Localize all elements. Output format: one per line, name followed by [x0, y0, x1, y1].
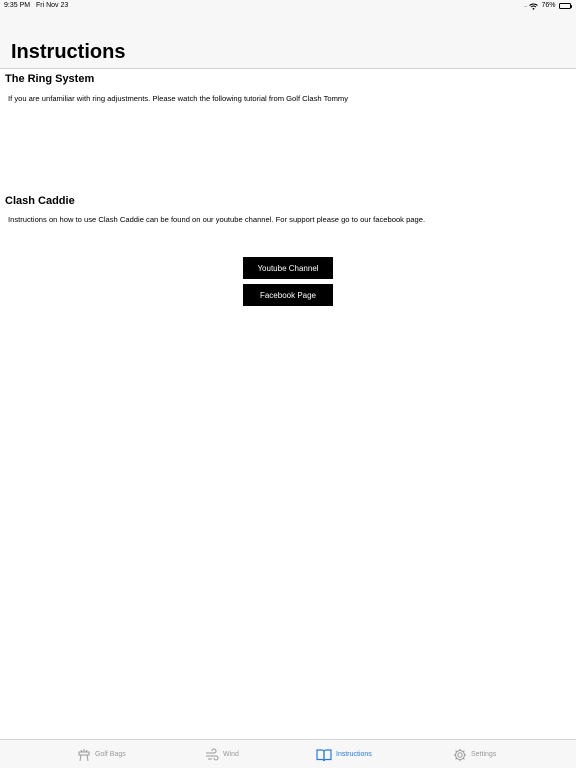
tab-label: Instructions	[336, 751, 372, 758]
wind-icon	[205, 748, 219, 762]
tab-label: Golf Bags	[95, 751, 126, 758]
tab-instructions[interactable]: Instructions	[316, 740, 372, 768]
clash-caddie-title: Clash Caddie	[5, 195, 75, 207]
page-title: Instructions	[11, 41, 126, 63]
tab-label: Settings	[471, 751, 497, 758]
tab-settings[interactable]: Settings	[453, 740, 496, 768]
tab-bar: Golf Bags Wind Instructions Settings	[0, 739, 576, 768]
ring-system-text: If you are unfamiliar with ring adjustme…	[8, 94, 349, 103]
status-bar: 9:35 PM Fri Nov 23 .... 76%	[0, 0, 576, 12]
wifi-icon	[529, 3, 539, 10]
status-time: 9:35 PM	[4, 2, 31, 9]
tab-label: Wind	[223, 751, 239, 758]
book-icon	[316, 748, 332, 762]
tab-wind[interactable]: Wind	[205, 740, 239, 768]
status-date: Fri Nov 23	[36, 2, 69, 9]
navigation-header: Instructions	[0, 12, 576, 69]
facebook-page-button[interactable]: Facebook Page	[243, 284, 333, 306]
tab-golf-bags[interactable]: Golf Bags	[77, 740, 126, 768]
screen: 9:35 PM Fri Nov 23 .... 76% Instructions…	[0, 0, 576, 768]
status-indicators: .... 76%	[524, 0, 572, 12]
gear-icon	[453, 748, 467, 762]
youtube-channel-button[interactable]: Youtube Channel	[243, 257, 333, 279]
golf-bag-icon	[77, 748, 91, 762]
clash-caddie-text: Instructions on how to use Clash Caddie …	[8, 215, 426, 224]
signal-icon: ....	[523, 3, 528, 9]
battery-percent: 76%	[541, 2, 556, 9]
ring-system-title: The Ring System	[5, 73, 95, 85]
battery-icon	[558, 3, 572, 9]
